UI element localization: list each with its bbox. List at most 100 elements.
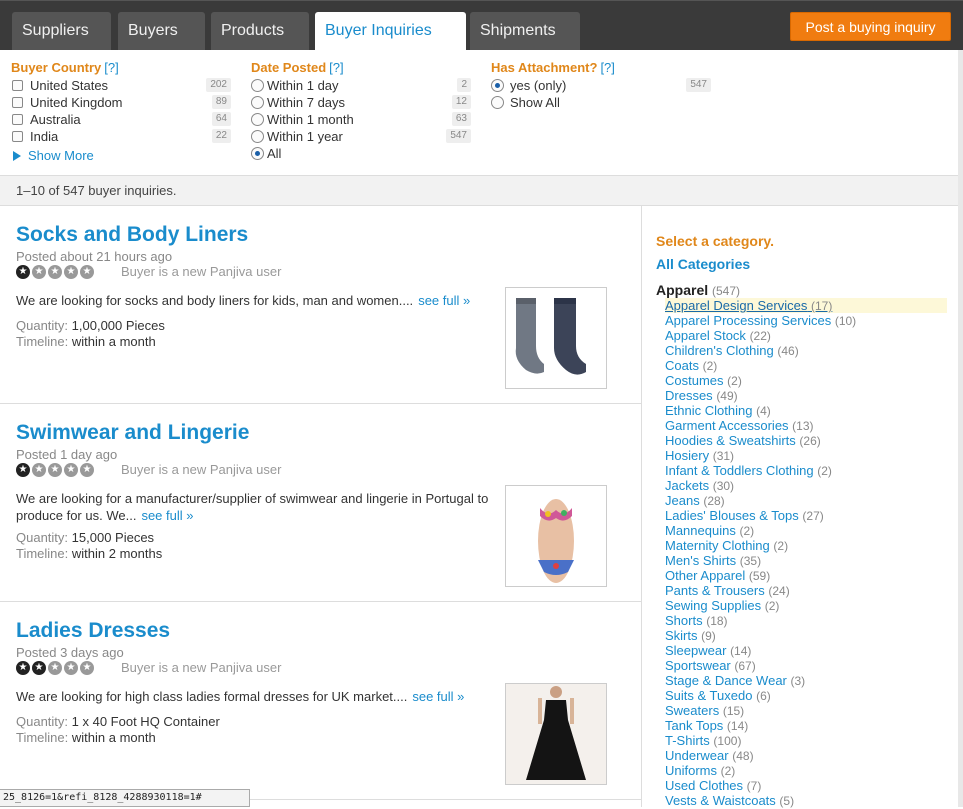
category-count: (3) — [790, 674, 806, 688]
filter-option[interactable]: United Kingdom 89 — [11, 94, 231, 111]
category-name: Costumes — [665, 373, 724, 388]
filter-option[interactable]: Australia 64 — [11, 111, 231, 128]
category-link[interactable]: Suits & Tuxedo (6) — [665, 688, 947, 703]
radio-selected[interactable] — [491, 79, 504, 92]
category-link[interactable]: Shorts (18) — [665, 613, 947, 628]
category-name: Used Clothes — [665, 778, 744, 793]
category-link[interactable]: Ladies' Blouses & Tops (27) — [665, 508, 947, 523]
timeline: Timeline: within 2 months — [16, 546, 162, 562]
tab-suppliers[interactable]: Suppliers0 — [12, 12, 111, 77]
radio[interactable] — [251, 96, 264, 109]
category-link[interactable]: Stage & Dance Wear (3) — [665, 673, 947, 688]
category-name: Ethnic Clothing — [665, 403, 753, 418]
product-thumbnail[interactable] — [505, 485, 607, 587]
filter-option[interactable]: Within 7 days 12 — [251, 94, 471, 111]
category-link[interactable]: Sleepwear (14) — [665, 643, 947, 658]
category-link[interactable]: Apparel Processing Services (10) — [665, 313, 947, 328]
product-thumbnail[interactable] — [505, 683, 607, 785]
filter-option[interactable]: United States 202 — [11, 77, 231, 94]
help-link[interactable]: [?] — [329, 60, 343, 75]
category-link[interactable]: Sweaters (15) — [665, 703, 947, 718]
top-nav-bar: Suppliers0 Buyers0 Products0 Buyer Inqui… — [0, 0, 963, 77]
filter-option[interactable]: India 22 — [11, 128, 231, 145]
filter-option[interactable]: Within 1 month 63 — [251, 111, 471, 128]
category-link[interactable]: Mannequins (2) — [665, 523, 947, 538]
radio[interactable] — [491, 96, 504, 109]
category-list: Apparel Design Services (17) Apparel Proc… — [665, 298, 947, 808]
checkbox[interactable] — [12, 131, 23, 142]
product-thumbnail[interactable] — [505, 287, 607, 389]
category-link[interactable]: Infant & Toddlers Clothing (2) — [665, 463, 947, 478]
filter-option[interactable]: Show All — [491, 94, 711, 111]
option-label: Within 1 day — [267, 78, 339, 93]
tab-products[interactable]: Products0 — [211, 12, 309, 77]
category-count: (15) — [722, 704, 745, 718]
category-name: Sleepwear — [665, 643, 727, 658]
category-link[interactable]: Hoodies & Sweatshirts (26) — [665, 433, 947, 448]
category-link[interactable]: Used Clothes (7) — [665, 778, 947, 793]
filter-option[interactable]: yes (only) 547 — [491, 77, 711, 94]
show-more-link[interactable]: Show More — [11, 147, 231, 164]
category-link[interactable]: Coats (2) — [665, 358, 947, 373]
radio[interactable] — [251, 130, 264, 143]
see-full-link[interactable]: see full » — [412, 689, 464, 704]
parent-category-count: (547) — [712, 284, 741, 298]
category-link[interactable]: Costumes (2) — [665, 373, 947, 388]
category-count: (7) — [746, 779, 762, 793]
checkbox[interactable] — [12, 114, 23, 125]
category-link[interactable]: Jackets (30) — [665, 478, 947, 493]
category-link[interactable]: Dresses (49) — [665, 388, 947, 403]
radio[interactable] — [251, 79, 264, 92]
filter-option[interactable]: All — [251, 145, 471, 162]
tab-shipments[interactable]: Shipments — [470, 12, 580, 74]
see-full-link[interactable]: see full » — [141, 508, 193, 523]
inquiry-title-link[interactable]: Swimwear and Lingerie — [16, 421, 249, 445]
checkbox[interactable] — [12, 80, 23, 91]
category-link[interactable]: Other Apparel (59) — [665, 568, 947, 583]
star-icon: ★ — [48, 661, 62, 675]
category-link[interactable]: T-Shirts (100) — [665, 733, 947, 748]
category-link[interactable]: Vests & Waistcoats (5) — [665, 793, 947, 808]
radio-selected[interactable] — [251, 147, 264, 160]
category-link[interactable]: Underwear (48) — [665, 748, 947, 763]
see-full-link[interactable]: see full » — [418, 293, 470, 308]
tab-buyers[interactable]: Buyers0 — [118, 12, 205, 77]
radio[interactable] — [251, 113, 264, 126]
category-link[interactable]: Apparel Stock (22) — [665, 328, 947, 343]
filter-option[interactable]: Within 1 year 547 — [251, 128, 471, 145]
category-link[interactable]: Uniforms (2) — [665, 763, 947, 778]
filter-option[interactable]: Within 1 day 2 — [251, 77, 471, 94]
category-count: (46) — [777, 344, 799, 358]
category-link[interactable]: Men's Shirts (35) — [665, 553, 947, 568]
category-count: (2) — [764, 599, 780, 613]
inquiry-title-link[interactable]: Socks and Body Liners — [16, 223, 248, 247]
category-link[interactable]: Pants & Trousers (24) — [665, 583, 947, 598]
category-link[interactable]: Children's Clothing (46) — [665, 343, 947, 358]
post-buying-inquiry-button[interactable]: Post a buying inquiry — [790, 12, 951, 41]
category-link[interactable]: Hosiery (31) — [665, 448, 947, 463]
category-link[interactable]: Sewing Supplies (2) — [665, 598, 947, 613]
inquiry-title-link[interactable]: Ladies Dresses — [16, 619, 170, 643]
category-name: Suits & Tuxedo — [665, 688, 753, 703]
filters-panel: Buyer Country [?] United States 202 United… — [0, 50, 963, 176]
category-link[interactable]: Ethnic Clothing (4) — [665, 403, 947, 418]
category-link[interactable]: Skirts (9) — [665, 628, 947, 643]
help-link[interactable]: [?] — [104, 60, 118, 75]
all-categories-link[interactable]: All Categories — [656, 256, 750, 272]
browser-status-url: 25_8126=1&refi_8128_4288930118=1# — [0, 789, 250, 807]
category-link[interactable]: Maternity Clothing (2) — [665, 538, 947, 553]
category-link[interactable]: Sportswear (67) — [665, 658, 947, 673]
category-link[interactable]: Apparel Design Services (17) — [665, 298, 947, 313]
checkbox[interactable] — [12, 97, 23, 108]
quantity-label: Quantity: — [16, 530, 69, 545]
inquiry-item: Ladies Dresses Posted 3 days ago ★ ★ ★ ★ ★ B… — [0, 602, 641, 800]
category-link[interactable]: Garment Accessories (13) — [665, 418, 947, 433]
category-sidebar: Select a category. All Categories Appare… — [643, 206, 963, 808]
option-label: United Kingdom — [30, 95, 123, 110]
category-link[interactable]: Tank Tops (14) — [665, 718, 947, 733]
category-link[interactable]: Jeans (28) — [665, 493, 947, 508]
tab-buyer-inquiries[interactable]: Buyer Inquiries547 — [315, 12, 466, 77]
option-count: 63 — [451, 112, 471, 126]
help-link[interactable]: [?] — [600, 60, 614, 75]
scrollbar[interactable] — [958, 50, 963, 807]
